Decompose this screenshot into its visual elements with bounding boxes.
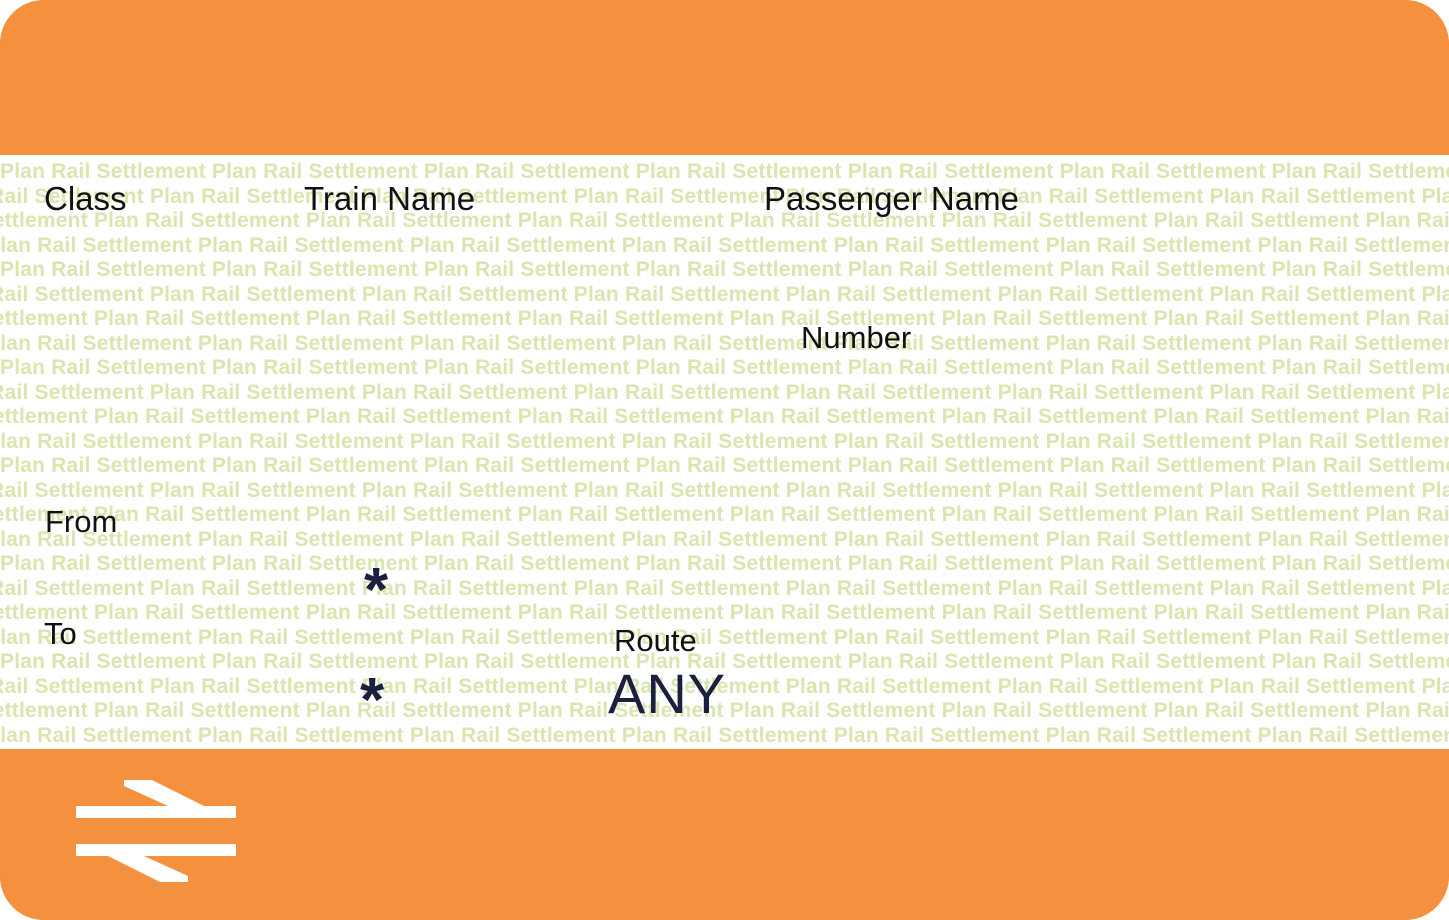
security-text-line: Plan Rail Settlement Plan Rail Settlemen…	[0, 478, 1449, 502]
security-text-line: Plan Rail Settlement Plan Rail Settlemen…	[0, 307, 1449, 330]
security-text-line: Plan Rail Settlement Plan Rail Settlemen…	[0, 723, 1449, 747]
security-text-line: Plan Rail Settlement Plan Rail Settlemen…	[0, 429, 1449, 453]
security-text-line: Plan Rail Settlement Plan Rail Settlemen…	[0, 527, 1449, 551]
to-label: To	[44, 616, 77, 651]
class-label: Class	[44, 180, 127, 217]
security-text-line: Plan Rail Settlement Plan Rail Settlemen…	[0, 258, 1449, 281]
rail-ticket: Plan Rail Settlement Plan Rail Settlemen…	[0, 0, 1449, 920]
security-text-line: Plan Rail Settlement Plan Rail Settlemen…	[0, 331, 1449, 355]
security-text-line: Plan Rail Settlement Plan Rail Settlemen…	[0, 356, 1449, 379]
national-rail-double-arrow-icon	[76, 780, 236, 882]
security-text-line: Plan Rail Settlement Plan Rail Settlemen…	[0, 552, 1449, 575]
security-text-line: Plan Rail Settlement Plan Rail Settlemen…	[0, 601, 1449, 624]
security-text-line: Plan Rail Settlement Plan Rail Settlemen…	[0, 380, 1449, 404]
security-background: Plan Rail Settlement Plan Rail Settlemen…	[0, 155, 1449, 749]
train-name-label: Train Name	[304, 180, 476, 217]
security-pattern: Plan Rail Settlement Plan Rail Settlemen…	[0, 160, 1449, 748]
security-text-line: Plan Rail Settlement Plan Rail Settlemen…	[0, 184, 1449, 208]
from-value: *	[364, 556, 389, 625]
security-text-line: Plan Rail Settlement Plan Rail Settlemen…	[0, 282, 1449, 306]
number-label: Number	[801, 320, 912, 355]
to-value: *	[360, 666, 385, 735]
security-text-line: Plan Rail Settlement Plan Rail Settlemen…	[0, 209, 1449, 232]
security-text-line: Plan Rail Settlement Plan Rail Settlemen…	[0, 160, 1449, 183]
route-label: Route	[614, 623, 697, 658]
security-text-line: Plan Rail Settlement Plan Rail Settlemen…	[0, 233, 1449, 257]
security-text-line: Plan Rail Settlement Plan Rail Settlemen…	[0, 625, 1449, 649]
security-text-line: Plan Rail Settlement Plan Rail Settlemen…	[0, 503, 1449, 526]
from-label: From	[45, 504, 118, 539]
top-orange-band	[0, 0, 1449, 155]
security-text-line: Plan Rail Settlement Plan Rail Settlemen…	[0, 405, 1449, 428]
security-text-line: Plan Rail Settlement Plan Rail Settlemen…	[0, 576, 1449, 600]
route-value: ANY	[608, 662, 727, 725]
security-text-line: Plan Rail Settlement Plan Rail Settlemen…	[0, 454, 1449, 477]
passenger-name-label: Passenger Name	[764, 180, 1019, 217]
